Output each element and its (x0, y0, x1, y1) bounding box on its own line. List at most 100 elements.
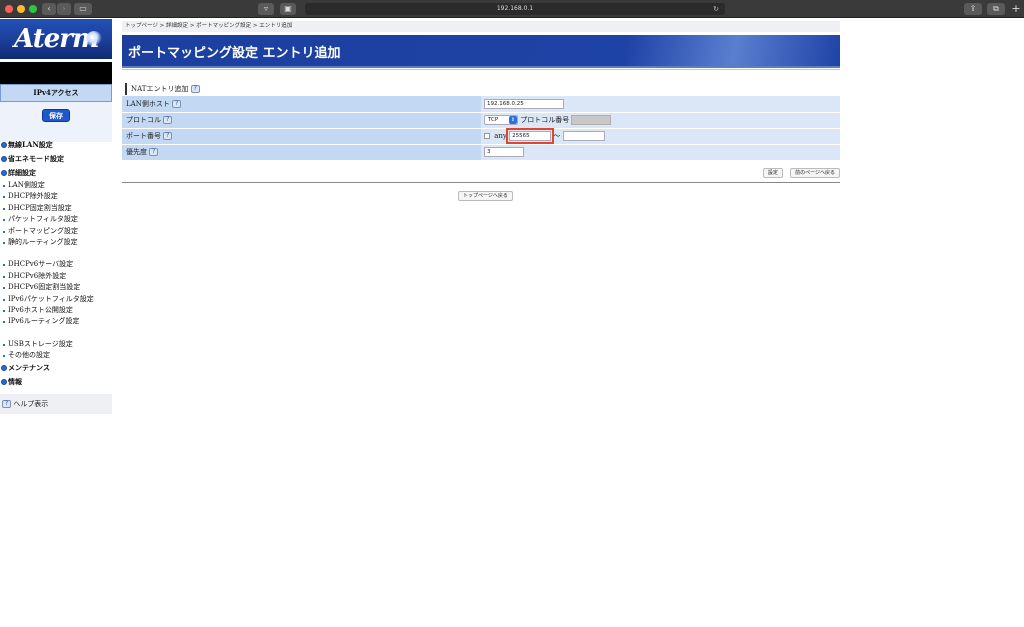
menu-header[interactable]: 情報 (0, 375, 112, 389)
close-window-button[interactable] (5, 5, 13, 13)
menu-bullet-icon (1, 365, 7, 372)
help-icon[interactable]: ? (190, 85, 200, 93)
logo: Aterm (0, 19, 112, 59)
row-port: ポート番号 ? any 25565 ～ (122, 128, 840, 145)
help-icon[interactable]: ? (172, 99, 182, 108)
sidebar: Aterm IPv4アクセス 保存 無線LAN設定省エネモード設定 詳細設定 LAN… (0, 18, 112, 627)
back-icon[interactable]: ‹ (42, 3, 56, 15)
lan-host-label: LAN側ホスト (126, 99, 170, 108)
reader-icon[interactable]: ▣ (280, 3, 296, 15)
menu-bullet-icon (1, 142, 7, 148)
menu-item[interactable]: USBストレージ設定 (0, 339, 112, 350)
menu-item[interactable]: 静的ルーティング設定 (0, 237, 112, 248)
lan-host-value-cell: 192.168.0.25 (481, 96, 840, 113)
protocol-label: プロトコル (126, 116, 161, 124)
help-icon[interactable]: ? (149, 148, 159, 156)
menu-header-label: メンテナンス (8, 363, 50, 373)
chevron-updown-icon: ⇕ (509, 116, 517, 124)
menu-header[interactable]: メンテナンス (0, 361, 112, 375)
page-title: ポートマッピング設定 エントリ追加 (128, 46, 341, 61)
protocol-number-label: プロトコル番号 (520, 116, 570, 124)
menu-bullet-icon (1, 170, 7, 176)
menu-bullet-icon (1, 379, 7, 386)
sidebar-menu: 無線LAN設定省エネモード設定 詳細設定 LAN側設定 DHCP除外設定 DHCP固定割… (0, 138, 112, 389)
menu-item[interactable]: IPv6ホスト公開設定 (0, 305, 112, 316)
priority-label-cell: 優先度 ? (122, 144, 481, 161)
row-priority: 優先度 ? 3 (122, 144, 840, 161)
section-title-text: NATエントリ追加 (131, 85, 189, 93)
help-icon: ? (2, 400, 11, 408)
port-from-input[interactable]: 25565 (506, 128, 555, 144)
divider (122, 182, 840, 183)
menu-item[interactable]: DHCP固定割当設定 (0, 203, 112, 214)
priority-label: 優先度 (126, 148, 147, 156)
menu-item[interactable]: DHCPv6サーバ設定 (0, 259, 112, 270)
tabs-overview-icon[interactable]: ⧉ (987, 3, 1005, 15)
share-icon[interactable]: ⇪ (964, 3, 982, 15)
url-text: 192.168.0.1 (496, 5, 534, 12)
divider (122, 69, 840, 70)
back-button[interactable]: 前のページへ戻る (790, 168, 840, 178)
section-title: NATエントリ追加 ? (125, 83, 200, 95)
set-button[interactable]: 設定 (762, 168, 783, 178)
menu-header-label: 詳細設定 (8, 168, 36, 177)
menu-header[interactable]: 無線LAN設定 (0, 138, 112, 152)
menu-item[interactable]: IPv6ルーティング設定 (0, 316, 112, 327)
menu-item[interactable]: DHCPv6固定割当設定 (0, 282, 112, 293)
menu-header-label: 省エネモード設定 (8, 154, 64, 163)
any-label: any (494, 132, 507, 140)
logo-swoosh-icon (86, 31, 102, 47)
menu-item[interactable]: DHCP除外設定 (0, 191, 112, 202)
reload-icon[interactable]: ↻ (713, 3, 719, 15)
new-tab-icon[interactable]: + (1010, 3, 1022, 15)
row-lan-host: LAN側ホスト ? 192.168.0.25 (122, 96, 840, 113)
menu-header[interactable]: 詳細設定 (0, 166, 112, 180)
menu-spacer (0, 248, 112, 259)
lan-host-label-cell: LAN側ホスト ? (122, 96, 481, 113)
help-label: ヘルプ表示 (13, 400, 49, 408)
menu-header-label: 情報 (8, 377, 22, 387)
menu-item[interactable]: パケットフィルタ設定 (0, 214, 112, 225)
form-buttons: 設定 前のページへ戻る (758, 168, 840, 178)
redacted-band (0, 62, 112, 84)
top-page-button[interactable]: トップページへ戻る (458, 191, 513, 201)
top-button-wrap: トップページへ戻る (453, 191, 513, 201)
row-protocol: プロトコル ? TCP ⇕ プロトコル番号 (122, 112, 840, 129)
access-mode-label: IPv4アクセス (0, 84, 112, 102)
protocol-select[interactable]: TCP ⇕ (484, 115, 518, 125)
priority-input[interactable]: 3 (484, 147, 524, 157)
address-bar[interactable]: 192.168.0.1 ↻ (305, 3, 725, 15)
zoom-window-button[interactable] (29, 5, 37, 13)
port-value-cell: any 25565 ～ (481, 128, 840, 145)
help-icon[interactable]: ? (163, 132, 173, 140)
help-icon[interactable]: ? (163, 116, 173, 124)
protocol-label-cell: プロトコル ? (122, 112, 481, 129)
save-button[interactable]: 保存 (42, 109, 70, 122)
port-label: ポート番号 (126, 132, 161, 140)
menu-bullet-icon (1, 156, 7, 162)
menu-item[interactable]: LAN側設定 (0, 180, 112, 191)
menu-item[interactable]: ポートマッピング設定 (0, 226, 112, 237)
protocol-selected: TCP (488, 117, 499, 123)
port-label-cell: ポート番号 ? (122, 128, 481, 145)
menu-item[interactable]: DHCPv6除外設定 (0, 271, 112, 282)
help-link[interactable]: ? ヘルプ表示 (0, 394, 112, 414)
browser-toolbar: ‹ › ▭ ▿ ▣ 192.168.0.1 ↻ ⇪ ⧉ + (0, 0, 1024, 18)
pocket-icon[interactable]: ▿ (258, 3, 274, 15)
nat-entry-form: LAN側ホスト ? 192.168.0.25 プロトコル ? TCP ⇕ プロト… (122, 96, 840, 161)
port-to-input[interactable] (562, 131, 605, 141)
menu-item[interactable]: その他の設定 (0, 350, 112, 361)
lan-host-input[interactable]: 192.168.0.25 (484, 98, 564, 109)
protocol-number-input (571, 115, 612, 125)
menu-header[interactable]: 省エネモード設定 (0, 152, 112, 166)
title-bar: ポートマッピング設定 エントリ追加 (122, 35, 840, 68)
priority-value-cell: 3 (481, 144, 840, 161)
any-checkbox[interactable] (484, 133, 490, 139)
sidebar-toggle-icon[interactable]: ▭ (74, 3, 92, 15)
forward-icon[interactable]: › (57, 3, 71, 15)
minimize-window-button[interactable] (17, 5, 25, 13)
save-area: 保存 (0, 102, 112, 142)
protocol-value-cell: TCP ⇕ プロトコル番号 (481, 112, 840, 129)
port-range-separator: ～ (553, 132, 561, 140)
menu-item[interactable]: IPv6パケットフィルタ設定 (0, 294, 112, 305)
